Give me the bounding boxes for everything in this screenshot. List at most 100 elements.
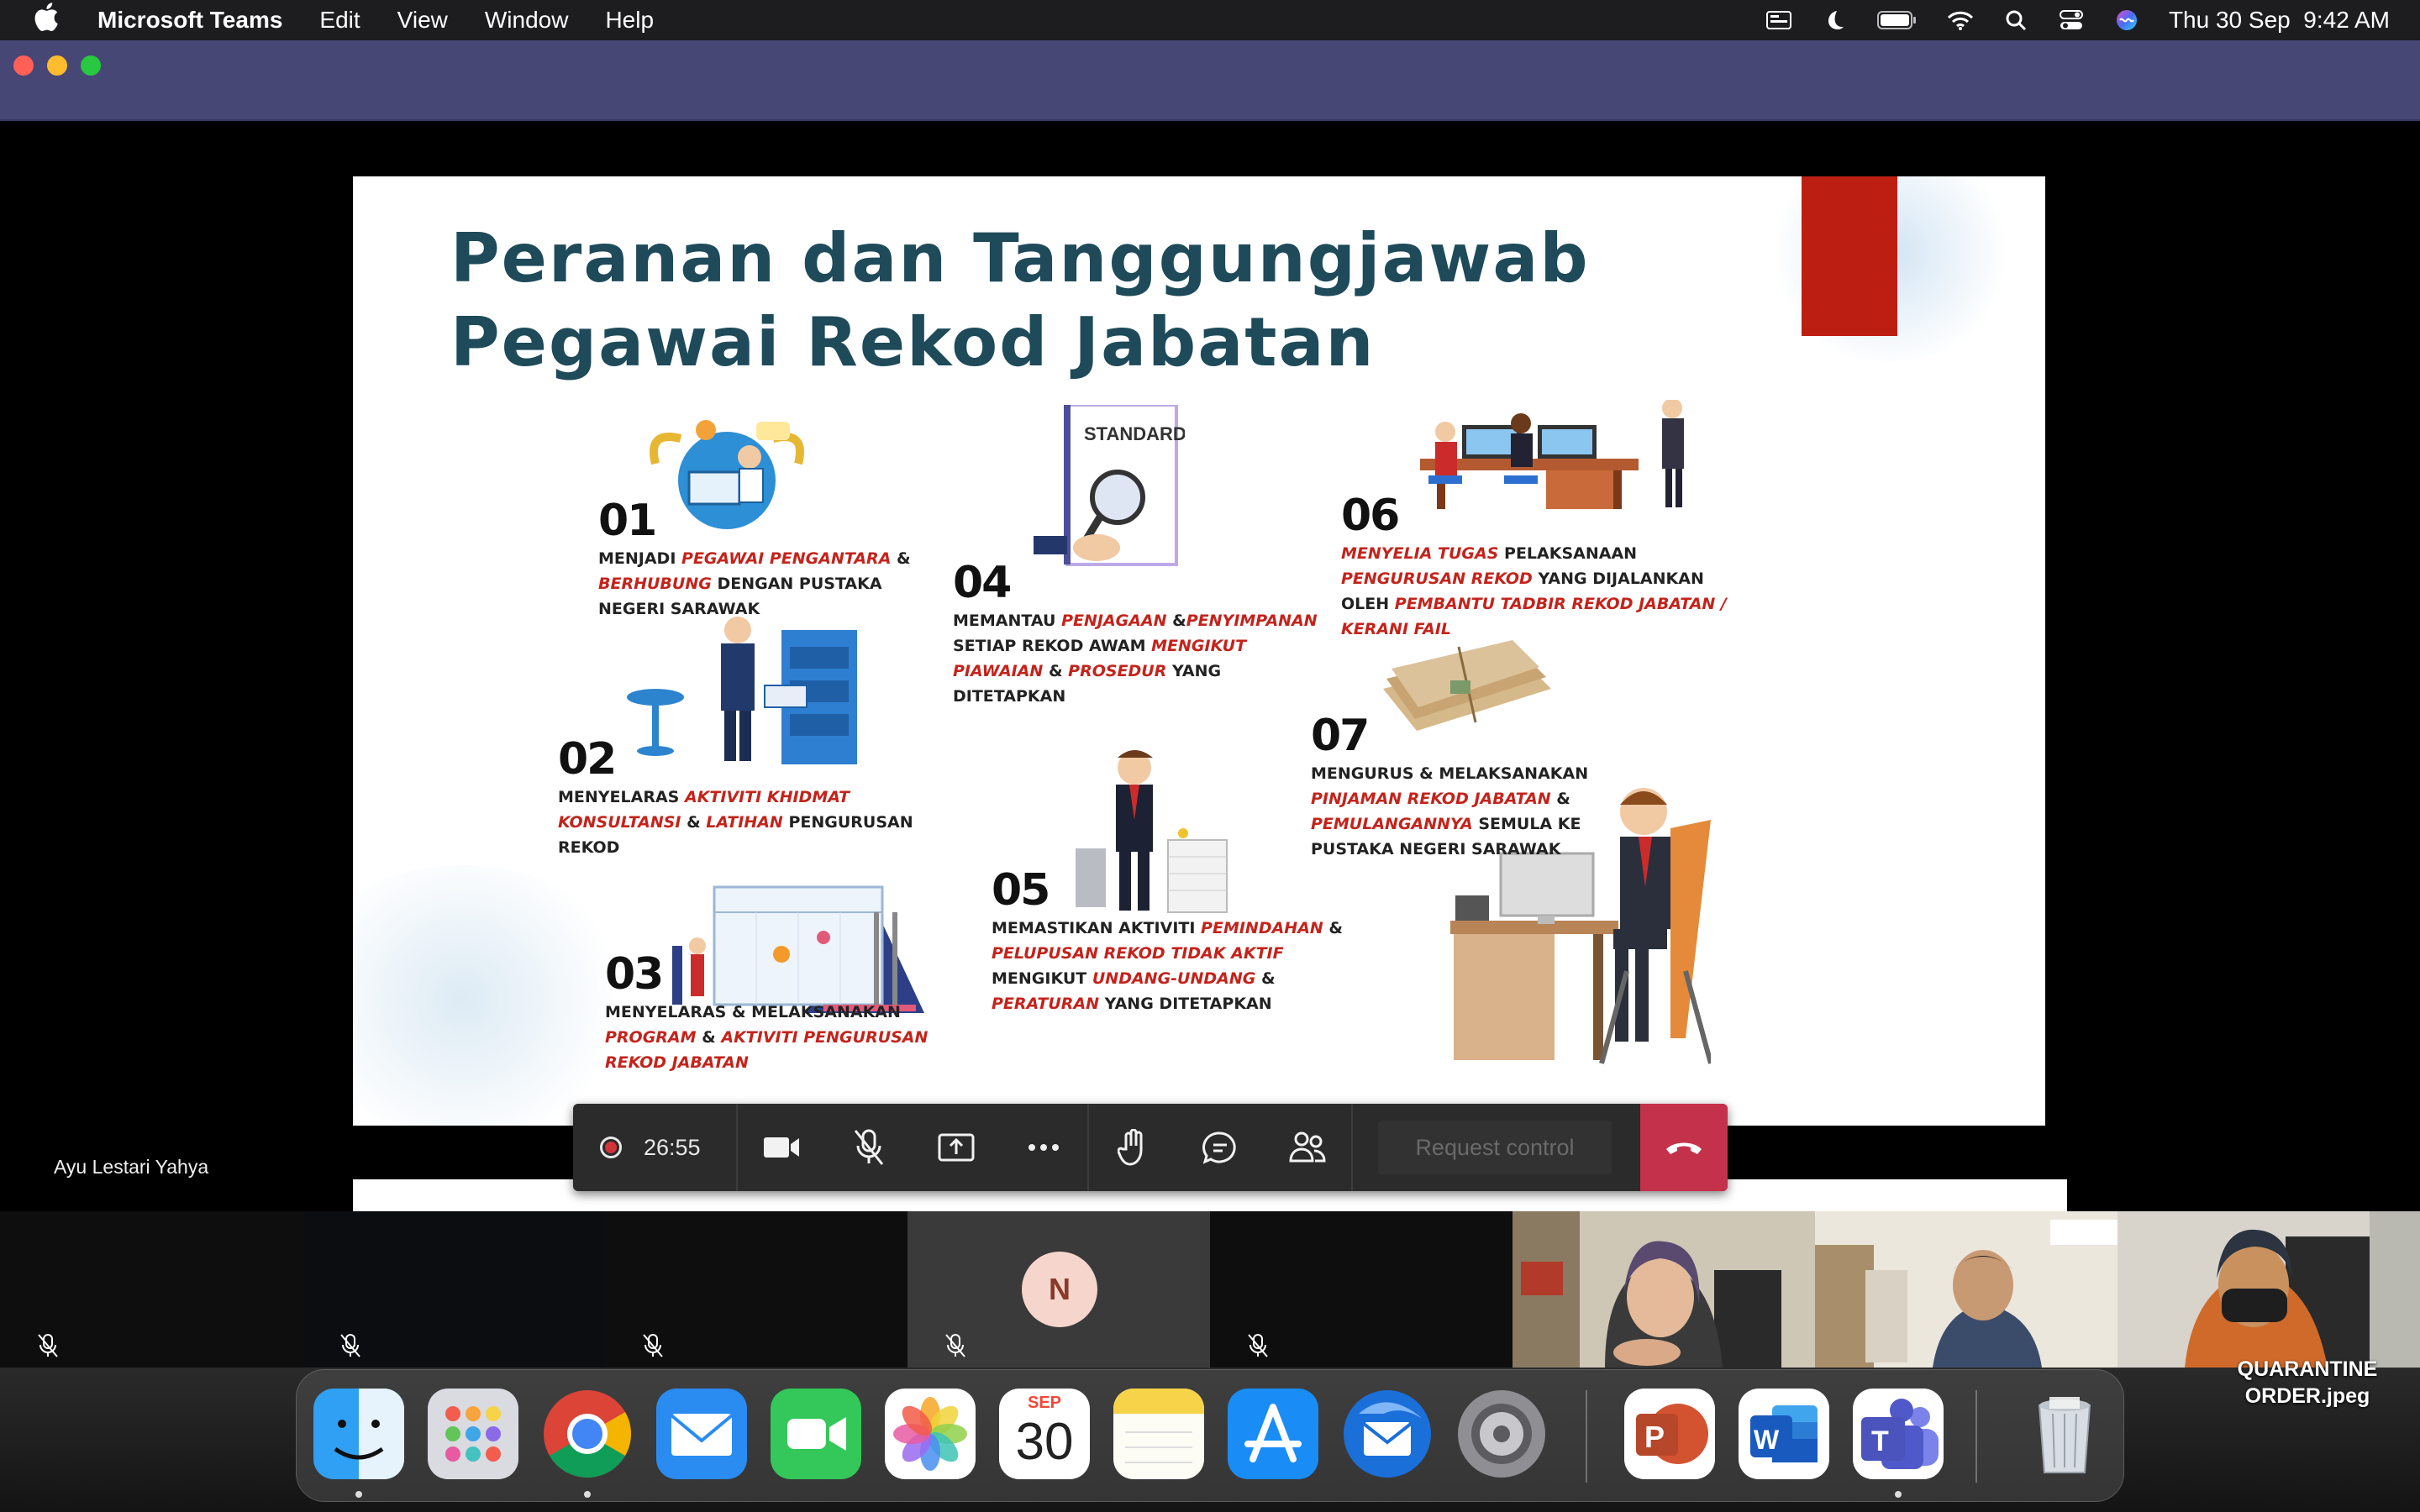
share-screen-button[interactable] [913, 1104, 1000, 1191]
thunderbird-icon[interactable] [1342, 1389, 1433, 1479]
wifi-icon[interactable] [1947, 8, 1974, 32]
notes-icon[interactable] [1113, 1389, 1204, 1479]
calendar-icon[interactable]: SEP 30 [999, 1389, 1090, 1479]
highlighted-text: PELUPUSAN REKOD TIDAK AKTIF [992, 944, 1284, 963]
raise-hand-button[interactable] [1089, 1104, 1176, 1191]
highlighted-text: PROGRAM [605, 1028, 697, 1047]
participant-video[interactable] [1815, 1211, 2118, 1368]
battery-icon[interactable] [1876, 8, 1918, 32]
item-number: 07 [1311, 711, 1370, 761]
participant-tile[interactable] [1210, 1211, 1512, 1368]
svg-text:P: P [1644, 1420, 1665, 1454]
menu-help[interactable]: Help [605, 7, 654, 34]
body-text: & [1323, 919, 1343, 937]
minimize-window-button[interactable] [47, 55, 67, 76]
participant-strip: N [0, 1211, 2420, 1368]
moon-icon[interactable] [1821, 8, 1848, 32]
control-center-icon[interactable] [2058, 8, 2085, 32]
siri-icon[interactable] [2113, 8, 2140, 32]
teams-window: Peranan dan Tanggungjawab Pegawai Rekod … [0, 40, 2420, 1368]
chat-bubble-icon [1202, 1131, 1236, 1164]
display-icon[interactable] [1765, 8, 1792, 32]
photos-icon[interactable] [885, 1389, 976, 1479]
close-window-button[interactable] [13, 55, 34, 76]
desktop-file-label[interactable]: QUARANTINE ORDER.jpeg [2198, 1356, 2417, 1410]
chat-button[interactable] [1176, 1104, 1264, 1191]
clock[interactable]: Thu 30 Sep 9:42 AM [2169, 7, 2390, 34]
calendar-month: SEP [1027, 1394, 1062, 1412]
chrome-icon[interactable] [542, 1389, 633, 1479]
participant-video[interactable] [1512, 1211, 1815, 1368]
muted-mic-icon [339, 1333, 361, 1362]
teams-icon[interactable]: T [1853, 1389, 1944, 1479]
item-number: 01 [598, 496, 657, 546]
apple-menu-icon[interactable] [34, 3, 67, 38]
highlighted-text: PEGAWAI PENGANTARA [681, 549, 892, 568]
highlighted-text: PENJAGAAN [1061, 612, 1167, 630]
menu-edit[interactable]: Edit [319, 7, 360, 34]
menu-window[interactable]: Window [485, 7, 569, 34]
highlighted-text: PEMINDAHAN [1201, 919, 1323, 937]
item-description: MENYELIA TUGAS PELAKSANAAN PENGURUSAN RE… [1341, 541, 1744, 642]
participant-tile[interactable] [0, 1211, 302, 1368]
more-options-button[interactable] [1000, 1104, 1087, 1191]
facetime-icon[interactable] [771, 1389, 861, 1479]
slide-item-05: 05 MEMASTIKAN AKTIVITI PEMINDAHAN & PELU… [992, 865, 1378, 1016]
powerpoint-icon[interactable]: P [1624, 1389, 1715, 1479]
ellipsis-icon [1028, 1144, 1059, 1151]
highlighted-text: PEMBANTU TADBIR REKOD JABATAN / KERANI F… [1341, 595, 1727, 638]
participant-tile[interactable]: N [908, 1211, 1210, 1368]
highlighted-text: PROSEDUR [1068, 662, 1167, 680]
body-text: MENGURUS & MELAKSANAKAN [1311, 764, 1589, 783]
meeting-controls-bar: 26:55 Request control [573, 1104, 1728, 1191]
hand-icon [1118, 1129, 1143, 1166]
mail-icon[interactable] [656, 1389, 747, 1479]
request-control-button[interactable]: Request control [1378, 1121, 1612, 1174]
video-camera-icon [764, 1137, 799, 1158]
word-icon[interactable]: W [1739, 1389, 1829, 1479]
body-text: MENGIKUT [992, 969, 1092, 988]
svg-text:W: W [1754, 1425, 1780, 1455]
muted-mic-icon [944, 1333, 966, 1362]
finder-icon[interactable] [313, 1389, 404, 1479]
item-description: MENGURUS & MELAKSANAKAN PINJAMAN REKOD J… [1311, 761, 1664, 862]
body-text: MENJADI [598, 549, 682, 568]
mute-button[interactable] [825, 1104, 913, 1191]
body-text: MEMASTIKAN AKTIVITI [992, 919, 1202, 937]
svg-text:T: T [1871, 1425, 1889, 1457]
calendar-day: 30 [1015, 1413, 1074, 1471]
body-text: & [1255, 969, 1276, 988]
participant-tile[interactable] [302, 1211, 605, 1368]
body-text: & [1043, 662, 1069, 680]
highlighted-text: PENGURUSAN REKOD [1341, 570, 1533, 588]
body-text: MENYELARAS [558, 788, 685, 806]
body-text: YANG DITETAPKAN [1099, 995, 1272, 1013]
camera-button[interactable] [738, 1104, 825, 1191]
item-number: 03 [605, 949, 664, 1000]
item-description: MENYELARAS AKTIVITI KHIDMAT KONSULTANSI … [558, 785, 919, 860]
launchpad-icon[interactable] [428, 1389, 518, 1479]
trash-icon[interactable] [2019, 1389, 2110, 1479]
leave-call-button[interactable] [1640, 1104, 1728, 1191]
microphone-off-icon [854, 1129, 884, 1165]
participants-button[interactable] [1264, 1104, 1351, 1191]
highlighted-text: BERHUBUNG [598, 575, 712, 593]
body-text: & [696, 1028, 722, 1047]
presenter-name-label: Ayu Lestari Yahya [54, 1156, 209, 1178]
menu-view[interactable]: View [397, 7, 448, 34]
app-store-icon[interactable] [1228, 1389, 1318, 1479]
spotlight-search-icon[interactable] [2002, 8, 2029, 32]
app-menu[interactable]: Microsoft Teams [97, 7, 282, 34]
body-text: SETIAP REKOD AWAM [953, 637, 1152, 655]
muted-mic-icon [37, 1333, 59, 1362]
body-text: & [1166, 612, 1186, 630]
body-text: MENYELARAS & MELAKSANAKAN [605, 1003, 901, 1021]
shared-screen: Peranan dan Tanggungjawab Pegawai Rekod … [353, 124, 2067, 1211]
participant-video[interactable] [2118, 1211, 2420, 1368]
system-preferences-icon[interactable] [1456, 1389, 1547, 1479]
zoom-window-button[interactable] [81, 55, 101, 76]
highlighted-text: UNDANG-UNDANG [1092, 969, 1256, 988]
participant-tile[interactable] [605, 1211, 908, 1368]
slide-title: Peranan dan Tanggungjawab Pegawai Rekod … [450, 219, 1590, 381]
slide-item-06: 06 MENYELIA TUGAS PELAKSANAAN PENGURUSAN… [1341, 491, 1744, 642]
